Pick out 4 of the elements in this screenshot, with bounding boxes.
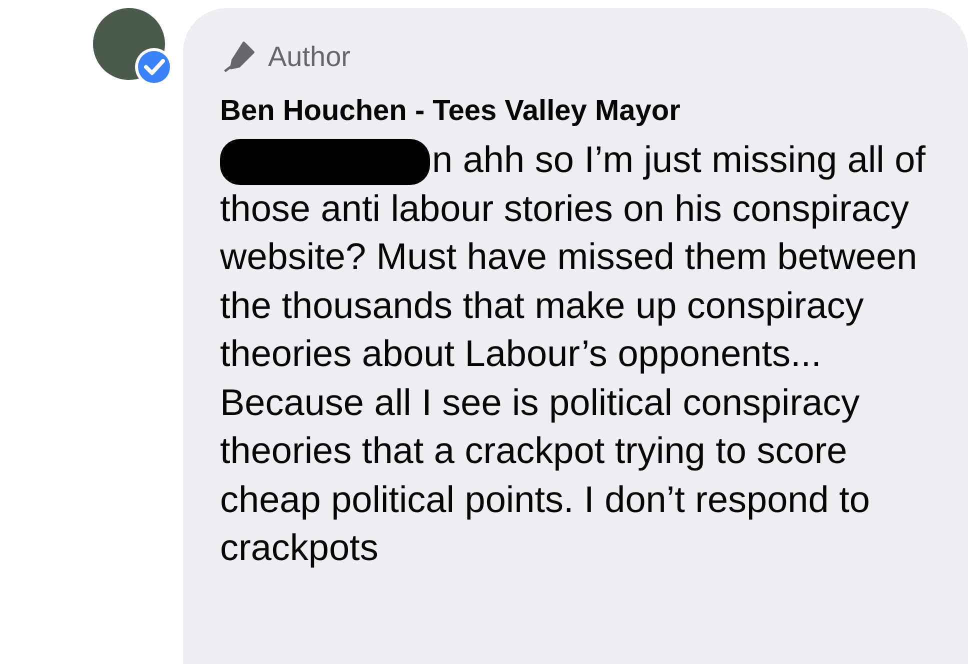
author-name[interactable]: Ben Houchen - Tees Valley Mayor (220, 90, 948, 134)
comment-text: n ahh so I’m just missing all of those anti labour stories on his conspiracy website? Must have missed them between the thousands that make up conspiracy theories about Labour’s opponents... (220, 138, 927, 376)
author-label: Author (268, 40, 350, 74)
comment-text: Because all I see is political conspiracy theories that a crackpot trying to score cheap political points. I don’t respond to crackpots (220, 380, 871, 570)
